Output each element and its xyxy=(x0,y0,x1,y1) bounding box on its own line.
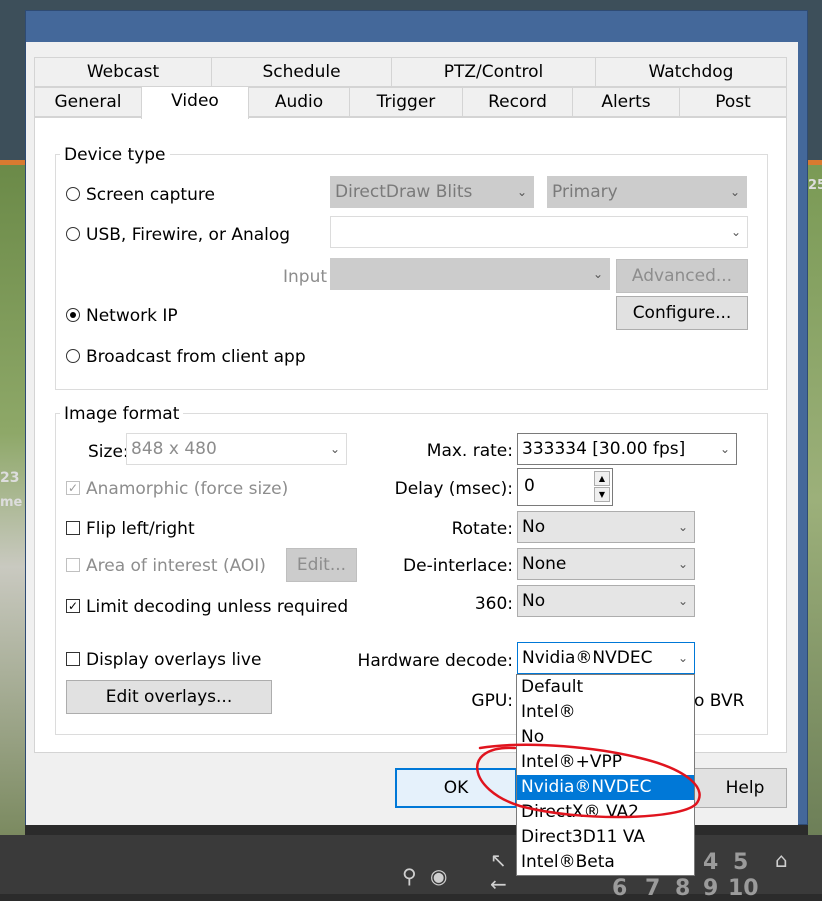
tab-record[interactable]: Record xyxy=(462,87,573,117)
tab-webcast[interactable]: Webcast xyxy=(34,57,212,87)
r360-label: 360: xyxy=(474,594,513,614)
aoi-checkbox xyxy=(66,558,80,572)
hardware-decode-combo[interactable]: Nvidia®NVDEC ⌄ xyxy=(517,642,695,674)
screen-capture-radio[interactable] xyxy=(66,187,80,201)
capture-method-combo: DirectDraw Blits ⌄ xyxy=(330,176,534,208)
chevron-down-icon: ⌄ xyxy=(677,557,688,571)
display-overlays-label[interactable]: Display overlays live xyxy=(86,650,261,670)
tab-schedule[interactable]: Schedule xyxy=(211,57,392,87)
chevron-down-icon: ⌄ xyxy=(729,185,740,199)
spin-down-icon[interactable]: ▼ xyxy=(594,487,610,502)
bg-label: 23 xyxy=(0,470,20,486)
usb-label[interactable]: USB, Firewire, or Analog xyxy=(86,225,290,245)
chevron-down-icon: ⌄ xyxy=(329,442,340,456)
bg-camera-number[interactable]: 6 xyxy=(612,876,627,901)
chevron-down-icon: ⌄ xyxy=(677,594,688,608)
aoi-edit-button: Edit... xyxy=(286,548,357,582)
bg-camera-number[interactable]: 7 xyxy=(645,876,660,901)
input-label: Input xyxy=(283,267,328,287)
home-icon[interactable]: ⌂ xyxy=(775,848,788,872)
size-combo: 848 x 480 ⌄ xyxy=(126,433,347,465)
dropdown-option-intel-beta[interactable]: Intel®Beta xyxy=(517,850,694,875)
dropdown-option-intel-vpp[interactable]: Intel®+VPP xyxy=(517,750,694,775)
tab-watchdog[interactable]: Watchdog xyxy=(595,57,787,87)
screen-capture-label[interactable]: Screen capture xyxy=(86,185,215,205)
size-label: Size: xyxy=(88,442,129,462)
bg-camera-number[interactable]: 9 xyxy=(703,876,718,901)
advanced-button: Advanced... xyxy=(616,259,748,293)
arrow-left-icon[interactable]: ← xyxy=(490,872,507,896)
chevron-down-icon: ⌄ xyxy=(677,520,688,534)
gpu-label: GPU: xyxy=(471,691,513,711)
image-format-title: Image format xyxy=(60,404,184,424)
anamorphic-label: Anamorphic (force size) xyxy=(86,479,289,499)
delay-spinner[interactable]: 0 ▲ ▼ xyxy=(517,468,613,506)
chevron-down-icon: ⌄ xyxy=(719,442,730,456)
broadcast-label[interactable]: Broadcast from client app xyxy=(86,347,306,367)
tab-alerts[interactable]: Alerts xyxy=(572,87,680,117)
gpu-trailing-text: o BVR xyxy=(694,691,745,711)
bg-camera-number[interactable]: 8 xyxy=(675,876,690,901)
limit-decoding-checkbox[interactable]: ✓ xyxy=(66,599,80,613)
flip-checkbox[interactable] xyxy=(66,521,80,535)
dropdown-option-nvidia-nvdec[interactable]: Nvidia®NVDEC xyxy=(517,775,694,800)
limit-decoding-label[interactable]: Limit decoding unless required xyxy=(86,597,348,617)
edit-overlays-button[interactable]: Edit overlays... xyxy=(66,680,272,714)
dropdown-option-intel[interactable]: Intel® xyxy=(517,700,694,725)
deinterlace-combo[interactable]: None ⌄ xyxy=(517,548,695,580)
chevron-down-icon: ⌄ xyxy=(592,267,603,281)
tab-ptz-control[interactable]: PTZ/Control xyxy=(391,57,596,87)
chevron-down-icon: ⌄ xyxy=(730,225,741,239)
dropdown-option-default[interactable]: Default xyxy=(517,675,694,700)
dropdown-option-direct3d11-va[interactable]: Direct3D11 VA xyxy=(517,825,694,850)
device-type-title: Device type xyxy=(60,145,170,165)
anamorphic-checkbox: ✓ xyxy=(66,481,80,495)
zoom-icon[interactable]: ⚲ xyxy=(402,864,417,888)
deinterlace-label: De-interlace: xyxy=(403,556,513,576)
network-ip-label[interactable]: Network IP xyxy=(86,306,178,326)
usb-radio[interactable] xyxy=(66,227,80,241)
background-camera-right xyxy=(808,165,822,835)
tab-video[interactable]: Video xyxy=(141,86,249,119)
configure-button[interactable]: Configure... xyxy=(616,296,748,330)
delay-label: Delay (msec): xyxy=(394,479,513,499)
chevron-down-icon: ⌄ xyxy=(516,185,527,199)
network-ip-radio[interactable] xyxy=(66,308,80,322)
input-combo: ⌄ xyxy=(330,258,610,290)
eye-icon[interactable]: ◉ xyxy=(430,864,447,888)
aoi-label: Area of interest (AOI) xyxy=(86,556,266,576)
dropdown-option-no[interactable]: No xyxy=(517,725,694,750)
tab-trigger[interactable]: Trigger xyxy=(349,87,463,117)
usb-device-combo: ⌄ xyxy=(330,216,748,248)
ok-button[interactable]: OK xyxy=(395,768,517,808)
rotate-combo[interactable]: No ⌄ xyxy=(517,511,695,543)
arrow-icon[interactable]: ↖ xyxy=(490,848,507,872)
rotate-label: Rotate: xyxy=(451,519,513,539)
tab-post[interactable]: Post xyxy=(679,87,787,117)
r360-combo[interactable]: No ⌄ xyxy=(517,585,695,617)
flip-label[interactable]: Flip left/right xyxy=(86,519,195,539)
broadcast-radio[interactable] xyxy=(66,349,80,363)
bg-camera-number[interactable]: 4 xyxy=(703,850,718,875)
max-rate-combo[interactable]: 333334 [30.00 fps] ⌄ xyxy=(517,433,737,465)
display-overlays-checkbox[interactable] xyxy=(66,652,80,666)
chevron-down-icon: ⌄ xyxy=(677,651,688,665)
bg-camera-number[interactable]: 5 xyxy=(733,850,748,875)
bg-label: 25 xyxy=(808,178,822,193)
dropdown-option-directx-va2[interactable]: DirectX® VA2 xyxy=(517,800,694,825)
display-combo: Primary ⌄ xyxy=(547,176,747,208)
hardware-decode-dropdown[interactable]: Default Intel® No Intel®+VPP Nvidia®NVDE… xyxy=(516,674,695,876)
bg-label: me xyxy=(0,495,23,510)
spin-up-icon[interactable]: ▲ xyxy=(594,471,610,486)
bg-camera-number[interactable]: 10 xyxy=(728,876,759,901)
tab-general[interactable]: General xyxy=(34,87,142,117)
max-rate-label: Max. rate: xyxy=(426,441,513,461)
tab-audio[interactable]: Audio xyxy=(248,87,350,117)
hardware-decode-label: Hardware decode: xyxy=(357,651,513,671)
